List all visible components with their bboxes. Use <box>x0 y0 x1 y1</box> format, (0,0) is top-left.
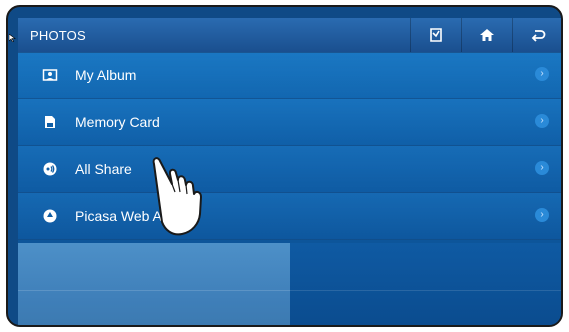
list-item-label: All Share <box>75 161 132 177</box>
list-item-label: My Album <box>75 67 137 83</box>
empty-panel-right <box>290 243 561 325</box>
back-icon <box>531 30 546 42</box>
list-item-all-share[interactable]: All Share › <box>18 146 561 193</box>
page-title: PHOTOS <box>30 27 86 43</box>
chevron-right-icon: › <box>535 161 549 175</box>
picasa-icon <box>37 203 63 229</box>
album-icon <box>37 62 63 88</box>
allshare-icon <box>37 156 63 182</box>
empty-panel-left <box>18 243 290 325</box>
list-item-picasa-web-album[interactable]: Picasa Web Album › <box>18 193 561 240</box>
list-item-my-album[interactable]: My Album › <box>18 52 561 99</box>
list-item-label: Memory Card <box>75 114 160 130</box>
back-button[interactable] <box>512 18 561 52</box>
list-item-memory-card[interactable]: Memory Card › <box>18 99 561 146</box>
menu-list: My Album › Memory Card › All Share › Pic… <box>18 52 561 240</box>
divider <box>290 290 561 291</box>
edit-button[interactable] <box>410 18 461 52</box>
top-bar: PHOTOS <box>18 18 561 53</box>
hand-pointer-icon <box>152 157 202 236</box>
device-frame: PHOTOS My Album › Memory Card › All Shar… <box>6 5 563 327</box>
chevron-right-icon: › <box>535 67 549 81</box>
home-button[interactable] <box>461 18 512 52</box>
chevron-right-icon: › <box>535 114 549 128</box>
screen: PHOTOS My Album › Memory Card › All Shar… <box>18 18 561 325</box>
cursor-icon <box>9 34 16 42</box>
chevron-right-icon: › <box>535 208 549 222</box>
home-icon <box>480 29 494 41</box>
divider <box>18 290 290 291</box>
edit-icon <box>430 28 442 42</box>
memory-card-icon <box>37 109 63 135</box>
